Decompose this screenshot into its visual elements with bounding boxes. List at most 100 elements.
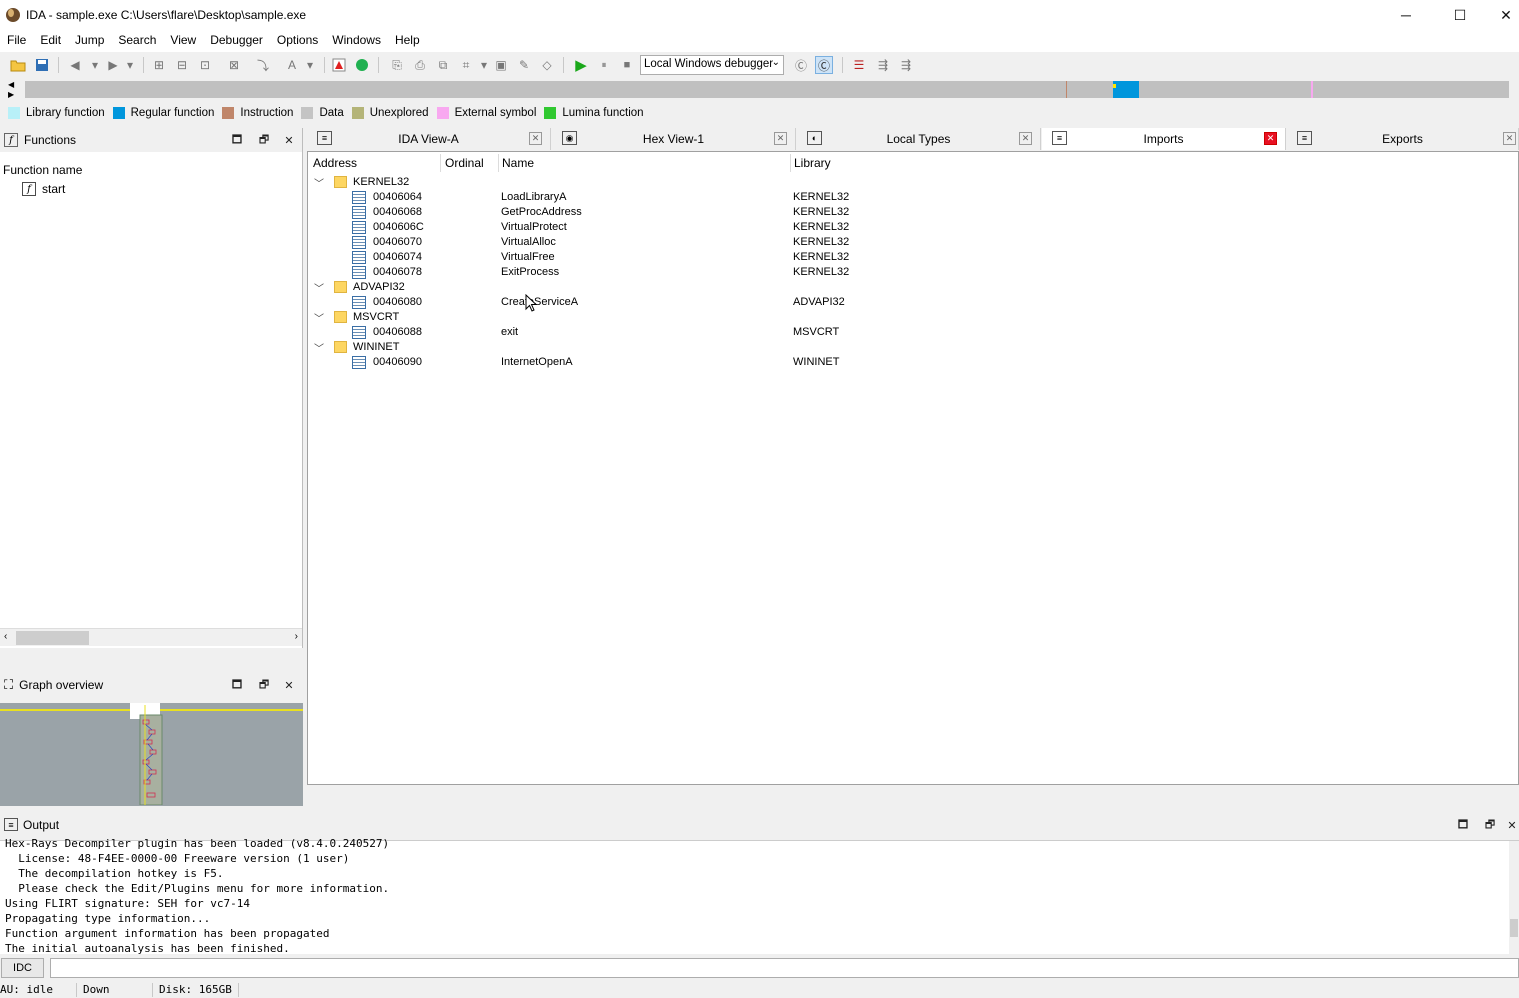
patch-icon[interactable]: ✎ [515, 56, 533, 74]
name-column-header[interactable]: Name [502, 156, 534, 170]
breakpoint-icon[interactable] [330, 56, 348, 74]
close-panel-icon[interactable]: ✕ [1505, 818, 1519, 832]
struct-icon[interactable]: ⧉ [434, 56, 452, 74]
maximize-panel-icon[interactable]: 🗖 [230, 133, 244, 147]
import-group-row[interactable]: ﹀ MSVCRT [308, 310, 1518, 325]
code-ref-icon[interactable]: ⎘ [388, 56, 406, 74]
back-icon[interactable]: ◀ [66, 56, 84, 74]
import-row[interactable]: 00406070 VirtualAlloc KERNEL32 [308, 235, 1518, 250]
data-icon[interactable]: ⊟ [173, 56, 191, 74]
close-panel-icon[interactable]: ✕ [282, 678, 296, 692]
data-ref-icon[interactable]: ⎙ [411, 56, 429, 74]
tab-imports[interactable]: ≡ Imports ✕ [1042, 128, 1286, 150]
chevron-down-icon[interactable]: ﹀ [314, 310, 326, 325]
chevron-down-icon[interactable]: ﹀ [314, 280, 326, 295]
run-icon[interactable]: ▶ [572, 56, 590, 74]
import-row[interactable]: 00406090 InternetOpenA WININET [308, 355, 1518, 370]
close-tab-icon[interactable]: ✕ [1503, 132, 1516, 145]
import-row[interactable]: 00406064 LoadLibraryA KERNEL32 [308, 190, 1518, 205]
menu-options[interactable]: Options [270, 30, 325, 52]
close-tab-icon[interactable]: ✕ [529, 132, 542, 145]
frame-icon[interactable]: ▣ [492, 56, 510, 74]
tab-exports[interactable]: ≡ Exports ✕ [1287, 128, 1519, 150]
import-row[interactable]: 0040606C VirtualProtect KERNEL32 [308, 220, 1518, 235]
import-group-row[interactable]: ﹀ WININET [308, 340, 1518, 355]
graph-icon[interactable]: ⌗ [457, 56, 475, 74]
menu-view[interactable]: View [163, 30, 203, 52]
close-panel-icon[interactable]: ✕ [282, 133, 296, 147]
menu-help[interactable]: Help [388, 30, 427, 52]
menu-search[interactable]: Search [111, 30, 163, 52]
graph-overview-canvas[interactable] [0, 703, 303, 806]
tab-local-types[interactable]: ◐ Local Types ✕ [797, 128, 1041, 150]
import-row[interactable]: 00406080 CreateServiceA ADVAPI32 [308, 295, 1518, 310]
import-group-row[interactable]: ﹀ KERNEL32 [308, 175, 1518, 190]
float-panel-icon[interactable]: 🗗 [257, 133, 271, 147]
scroll-left-icon[interactable]: ‹ [4, 631, 7, 642]
maximize-panel-icon[interactable]: 🗖 [230, 678, 244, 692]
menu-edit[interactable]: Edit [33, 30, 68, 52]
attach-icon[interactable]: Ⓒ [792, 56, 810, 74]
address-column-header[interactable]: Address [313, 156, 357, 170]
minimize-button[interactable]: ─ [1383, 0, 1429, 30]
tab-hex-view-1[interactable]: ◉ Hex View-1 ✕ [552, 128, 796, 150]
import-row[interactable]: 00406088 exit MSVCRT [308, 325, 1518, 340]
undefine-icon[interactable]: ⤵ [254, 56, 272, 74]
lumina-icon[interactable] [353, 56, 371, 74]
import-row[interactable]: 00406068 GetProcAddress KERNEL32 [308, 205, 1518, 220]
step-icon[interactable]: ⇶ [874, 56, 892, 74]
back-dropdown-icon[interactable]: ▾ [86, 56, 104, 74]
import-row[interactable]: 00406078 ExitProcess KERNEL32 [308, 265, 1518, 280]
output-window[interactable]: Hex-Rays Decompiler plugin has been load… [0, 837, 1519, 955]
close-button[interactable]: ✕ [1483, 0, 1519, 30]
close-tab-icon[interactable]: ✕ [1264, 132, 1277, 145]
nav-left-arrow-icon[interactable]: ◀ [8, 80, 14, 89]
trace-icon[interactable]: ⇶ [897, 56, 915, 74]
import-entry-icon [352, 266, 366, 279]
chevron-down-icon[interactable]: ﹀ [314, 340, 326, 355]
text-format-dropdown-icon[interactable]: ▾ [301, 56, 319, 74]
scrollbar-thumb[interactable] [16, 631, 89, 645]
function-item[interactable]: f start [0, 180, 302, 198]
list-icon[interactable]: ☰ [850, 56, 868, 74]
vertical-scrollbar[interactable] [1509, 841, 1519, 955]
debugger-select[interactable]: Local Windows debugger ⌄ [640, 55, 784, 75]
command-input[interactable] [50, 958, 1519, 978]
array-icon[interactable]: ⊠ [225, 56, 243, 74]
menu-jump[interactable]: Jump [68, 30, 111, 52]
menu-windows[interactable]: Windows [325, 30, 388, 52]
pause-icon[interactable]: ⏸ [595, 56, 613, 74]
menu-file[interactable]: File [0, 30, 33, 52]
scrollbar-thumb[interactable] [1510, 919, 1518, 937]
library-column-header[interactable]: Library [794, 156, 831, 170]
import-group-row[interactable]: ﹀ ADVAPI32 [308, 280, 1518, 295]
stop-icon[interactable]: ■ [618, 56, 636, 74]
text-format-icon[interactable]: A [283, 56, 301, 74]
maximize-panel-icon[interactable]: 🗖 [1456, 818, 1470, 832]
hide-icon[interactable]: ◇ [538, 56, 556, 74]
function-name-column-header[interactable]: Function name [0, 160, 302, 180]
menu-debugger[interactable]: Debugger [203, 30, 270, 52]
code-icon[interactable]: ⊞ [150, 56, 168, 74]
forward-dropdown-icon[interactable]: ▾ [121, 56, 139, 74]
navigation-band[interactable]: ◀ ▶ [0, 78, 1519, 102]
chevron-down-icon[interactable]: ﹀ [314, 175, 326, 190]
forward-icon[interactable]: ▶ [104, 56, 122, 74]
ordinal-column-header[interactable]: Ordinal [445, 156, 484, 170]
graph-dropdown-icon[interactable]: ▾ [475, 56, 493, 74]
close-tab-icon[interactable]: ✕ [774, 132, 787, 145]
open-file-icon[interactable] [9, 56, 27, 74]
detach-icon[interactable]: Ⓒ [815, 56, 833, 74]
string-icon[interactable]: ⊡ [196, 56, 214, 74]
close-tab-icon[interactable]: ✕ [1019, 132, 1032, 145]
scroll-right-icon[interactable]: › [295, 631, 298, 642]
nav-right-arrow-icon[interactable]: ▶ [8, 90, 14, 99]
idc-language-button[interactable]: IDC [1, 958, 44, 978]
maximize-button[interactable]: ☐ [1437, 0, 1483, 30]
tab-ida-view-a[interactable]: ≡ IDA View-A ✕ [307, 128, 551, 150]
save-icon[interactable] [33, 56, 51, 74]
float-panel-icon[interactable]: 🗗 [257, 678, 271, 692]
horizontal-scrollbar[interactable]: ‹ › [0, 628, 302, 646]
float-panel-icon[interactable]: 🗗 [1483, 818, 1497, 832]
import-row[interactable]: 00406074 VirtualFree KERNEL32 [308, 250, 1518, 265]
